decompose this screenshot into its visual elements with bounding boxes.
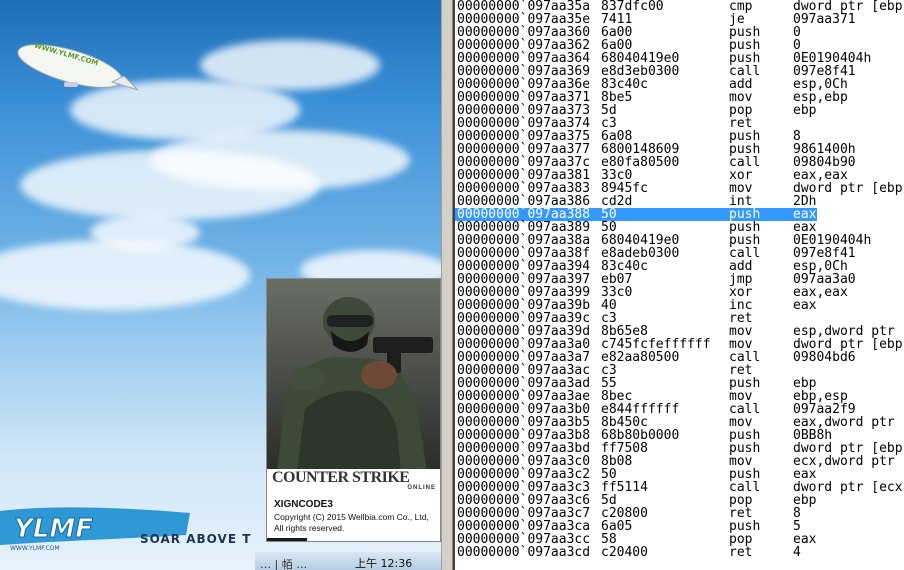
cloud-shape bbox=[200, 40, 380, 90]
instruction-bytes: c20400 bbox=[601, 545, 648, 560]
pane-splitter[interactable] bbox=[441, 0, 453, 570]
logo-text: YLMF bbox=[14, 514, 93, 544]
disasm-row[interactable]: 00000000`097aa3cd c20400 ret 4 bbox=[455, 546, 904, 559]
soldier-artwork bbox=[267, 279, 440, 471]
taskbar-clock[interactable]: 上午 12:36 bbox=[355, 555, 412, 570]
instruction-operands: eax bbox=[793, 298, 817, 313]
instruction-mnemonic: ret bbox=[729, 545, 753, 560]
slogan-text: SOAR ABOVE T bbox=[140, 532, 252, 546]
game-subtitle: ONLINE bbox=[407, 485, 436, 491]
copyright-text: Copyright (C) 2015 Wellbia.com Co., Ltd,… bbox=[274, 512, 429, 533]
instruction-operands: 4 bbox=[793, 545, 801, 560]
tray-icons[interactable]: … | 帞 … bbox=[260, 556, 307, 570]
instruction-operands: 09804bd6 bbox=[793, 350, 856, 365]
product-name: XIGNCODE3 bbox=[274, 499, 333, 510]
game-title: COUNTER STRIKE bbox=[272, 469, 410, 486]
instruction-address: 00000000`097aa3cd bbox=[457, 545, 591, 560]
disassembly-pane[interactable]: 00000000`097aa35a 837dfc00 cmp dword ptr [e… bbox=[453, 0, 904, 570]
cloud-shape bbox=[150, 130, 410, 190]
instruction-operands: 097aa371 bbox=[793, 12, 856, 27]
cloud-shape bbox=[0, 240, 250, 310]
counter-strike-logo: COUNTER STRIKE ONLINE bbox=[267, 469, 440, 495]
splash-info-panel: XIGNCODE3 Copyright (C) 2015 Wellbia.com… bbox=[267, 495, 440, 541]
loading-progress-bar bbox=[267, 538, 307, 541]
logo-url: WWW.YLMF.COM bbox=[10, 545, 60, 552]
xigncode-splash-window: COUNTER STRIKE ONLINE XIGNCODE3 Copyrigh… bbox=[266, 278, 441, 542]
blimp-icon: WWW.YLMF.COM bbox=[17, 42, 139, 91]
cloud-shape bbox=[90, 215, 200, 250]
instruction-operands: ebp bbox=[793, 103, 817, 118]
